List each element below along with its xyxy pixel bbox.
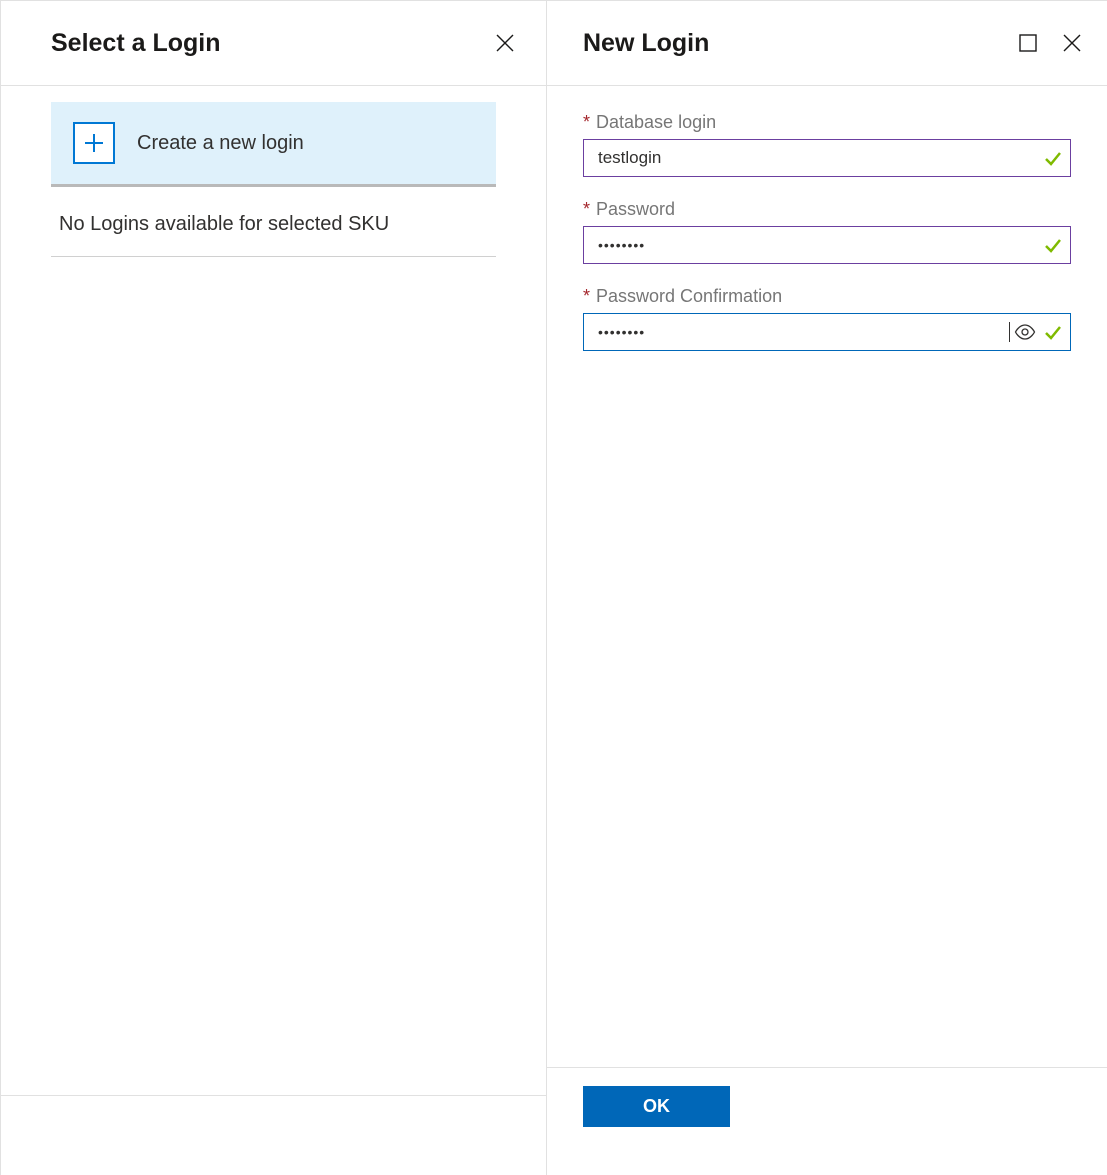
password-confirmation-label: * Password Confirmation [583,286,1071,307]
required-indicator: * [583,199,590,220]
password-confirmation-input-wrap [583,313,1071,351]
new-login-footer: OK [547,1067,1107,1175]
new-login-title: New Login [583,29,709,58]
check-icon [1044,323,1062,341]
select-login-footer [1,1095,546,1175]
select-login-panel: Select a Login Create a new login No Log… [1,1,546,1175]
field-password: * Password [583,199,1071,264]
password-input[interactable] [596,227,1040,263]
select-login-title: Select a Login [51,29,220,58]
new-login-body: * Database login * Password [547,86,1107,1067]
check-icon [1044,149,1062,167]
ok-button[interactable]: OK [583,1086,730,1127]
plus-icon [73,122,115,164]
check-icon [1044,236,1062,254]
required-indicator: * [583,112,590,133]
database-login-input[interactable] [596,140,1040,176]
app-root: Select a Login Create a new login No Log… [0,0,1107,1175]
new-login-panel: New Login * Database login [546,1,1107,1175]
new-login-header: New Login [547,1,1107,86]
create-new-login-button[interactable]: Create a new login [51,102,496,187]
database-login-input-wrap [583,139,1071,177]
required-indicator: * [583,286,590,307]
close-icon[interactable] [492,30,518,56]
select-login-header: Select a Login [1,1,546,86]
create-new-login-label: Create a new login [137,132,304,155]
select-login-body: Create a new login No Logins available f… [1,86,546,1095]
password-label: * Password [583,199,1071,220]
password-confirmation-input[interactable] [596,314,1011,350]
password-input-wrap [583,226,1071,264]
maximize-icon[interactable] [1015,30,1041,56]
eye-icon[interactable] [1014,324,1036,340]
no-logins-message: No Logins available for selected SKU [51,187,496,257]
database-login-label: * Database login [583,112,1071,133]
close-icon[interactable] [1059,30,1085,56]
field-database-login: * Database login [583,112,1071,177]
field-password-confirmation: * Password Confirmation [583,286,1071,351]
